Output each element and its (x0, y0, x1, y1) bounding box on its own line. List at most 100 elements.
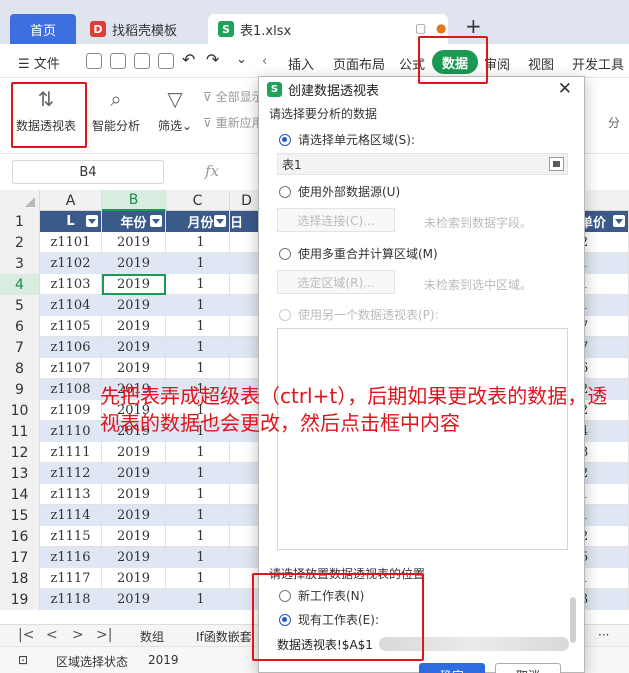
cell-b[interactable]: 2019 (102, 463, 166, 484)
cell-a[interactable]: z1113 (40, 484, 102, 505)
cell-a[interactable]: z1118 (40, 589, 102, 610)
tab-window-icon[interactable]: ▢ (415, 21, 426, 35)
cell-a[interactable]: z1109 (40, 400, 102, 421)
cell-a[interactable]: z1110 (40, 421, 102, 442)
tab-template[interactable]: D 找稻壳模板 (80, 14, 205, 44)
row-header[interactable]: 7 (0, 337, 40, 358)
fx-icon[interactable]: fx (205, 162, 219, 180)
column-header-b[interactable]: B (102, 190, 166, 211)
cell-a[interactable]: z1105 (40, 316, 102, 337)
ribbon-right-label[interactable]: 分 (608, 114, 620, 131)
radio-multi-range[interactable]: 使用多重合并计算区域(M) (279, 245, 438, 262)
dialog-scrollbar[interactable] (570, 597, 576, 643)
cell-c[interactable]: 1 (166, 337, 230, 358)
cell-a[interactable]: z1106 (40, 337, 102, 358)
column-header-c[interactable]: C (166, 190, 230, 211)
cell-b[interactable]: 2019 (102, 232, 166, 253)
table-header-cell[interactable]: 年份 (102, 211, 166, 232)
cell-a[interactable]: z1103 (40, 274, 102, 295)
choose-connection-button[interactable]: 选择连接(C)... (277, 208, 395, 232)
cell-a[interactable]: z1114 (40, 505, 102, 526)
radio-external-source[interactable]: 使用外部数据源(U) (279, 183, 400, 200)
print-preview-icon[interactable] (158, 53, 174, 69)
row-header[interactable]: 12 (0, 442, 40, 463)
choose-area-button[interactable]: 选定区域(R)... (277, 270, 395, 294)
cell-b[interactable]: 2019 (102, 358, 166, 379)
undo-icon[interactable]: ↶ (182, 50, 195, 69)
cell-b[interactable]: 2019 (102, 526, 166, 547)
cell-c[interactable]: 1 (166, 442, 230, 463)
pivot-table-button[interactable]: ⇅ 数据透视表 (16, 86, 76, 134)
row-header[interactable]: 14 (0, 484, 40, 505)
ok-button[interactable]: 确定 (419, 663, 485, 673)
cell-a[interactable]: z1112 (40, 463, 102, 484)
menu-page-layout[interactable]: 页面布局 (333, 54, 385, 73)
filter-dropdown-icon[interactable] (613, 215, 625, 227)
pivot-list-box[interactable] (277, 328, 568, 550)
cell-a[interactable]: z1116 (40, 547, 102, 568)
cell-a[interactable]: z1115 (40, 526, 102, 547)
prev-sheet-icon[interactable]: < (46, 627, 58, 643)
radio-select-range[interactable]: 请选择单元格区域(S): (279, 131, 415, 148)
cell-b[interactable]: 2019 (102, 337, 166, 358)
row-header[interactable]: 5 (0, 295, 40, 316)
first-sheet-icon[interactable]: |< (18, 627, 34, 643)
select-all-corner[interactable] (0, 190, 40, 211)
redo-icon[interactable]: ↷ (206, 50, 219, 69)
next-sheet-icon[interactable]: > (72, 627, 84, 643)
cell-c[interactable]: 1 (166, 547, 230, 568)
range-input[interactable]: 表1 (277, 153, 568, 175)
row-header[interactable]: 13 (0, 463, 40, 484)
show-all-button[interactable]: ⊽ 全部显示 (203, 88, 264, 105)
print-icon[interactable] (134, 53, 150, 69)
row-header[interactable]: 8 (0, 358, 40, 379)
last-sheet-icon[interactable]: >| (96, 627, 112, 643)
row-header[interactable]: 18 (0, 568, 40, 589)
row-header[interactable]: 2 (0, 232, 40, 253)
filter-dropdown-icon[interactable] (150, 215, 162, 227)
tab-file[interactable]: S 表1.xlsx (208, 14, 448, 44)
cell-c[interactable]: 1 (166, 568, 230, 589)
cell-b[interactable]: 2019 (102, 442, 166, 463)
cell-c[interactable]: 1 (166, 505, 230, 526)
cell-c[interactable]: 1 (166, 463, 230, 484)
sheet-tab-if[interactable]: If函数嵌套 (196, 628, 252, 645)
row-header[interactable]: 19 (0, 589, 40, 610)
sheet-tab-array[interactable]: 数组 (140, 628, 164, 645)
menu-scroll-left-icon[interactable]: ‹ (262, 54, 267, 69)
row-header[interactable]: 6 (0, 316, 40, 337)
menu-developer[interactable]: 开发工具 (572, 54, 624, 73)
menu-formula[interactable]: 公式 (399, 54, 425, 73)
cell-a[interactable]: z1102 (40, 253, 102, 274)
reapply-button[interactable]: ⊽ 重新应用 (203, 114, 264, 131)
cancel-button[interactable]: 取消 (495, 663, 561, 673)
radio-other-pivot[interactable]: 使用另一个数据透视表(P): (279, 306, 439, 323)
name-box[interactable]: B4 (12, 160, 164, 184)
cell-c[interactable]: 1 (166, 526, 230, 547)
cell-b[interactable]: 2019 (102, 484, 166, 505)
cell-c[interactable]: 1 (166, 484, 230, 505)
row-header[interactable]: 17 (0, 547, 40, 568)
cell-c[interactable]: 1 (166, 253, 230, 274)
row-header[interactable]: 11 (0, 421, 40, 442)
cell-c[interactable]: 1 (166, 358, 230, 379)
cell-a[interactable]: z1101 (40, 232, 102, 253)
range-picker-icon[interactable] (549, 157, 564, 171)
cell-c[interactable]: 1 (166, 232, 230, 253)
table-header-cell[interactable]: 月份 (166, 211, 230, 232)
cell-b[interactable]: 2019 (102, 505, 166, 526)
row-header[interactable]: 15 (0, 505, 40, 526)
cell-b[interactable]: 2019 (102, 253, 166, 274)
menu-review[interactable]: 审阅 (484, 54, 510, 73)
cell-b[interactable]: 2019 (102, 295, 166, 316)
cell-a[interactable]: z1111 (40, 442, 102, 463)
smart-analysis-button[interactable]: ⌕ 智能分析 (92, 86, 140, 134)
menu-view[interactable]: 视图 (528, 54, 554, 73)
tab-home[interactable]: 首页 (10, 14, 76, 44)
cell-a[interactable]: z1117 (40, 568, 102, 589)
cell-b[interactable]: 2019 (102, 274, 166, 295)
table-header-cell[interactable]: L (40, 211, 102, 232)
save-icon[interactable] (86, 53, 102, 69)
cell-a[interactable]: z1104 (40, 295, 102, 316)
cell-b[interactable]: 2019 (102, 547, 166, 568)
